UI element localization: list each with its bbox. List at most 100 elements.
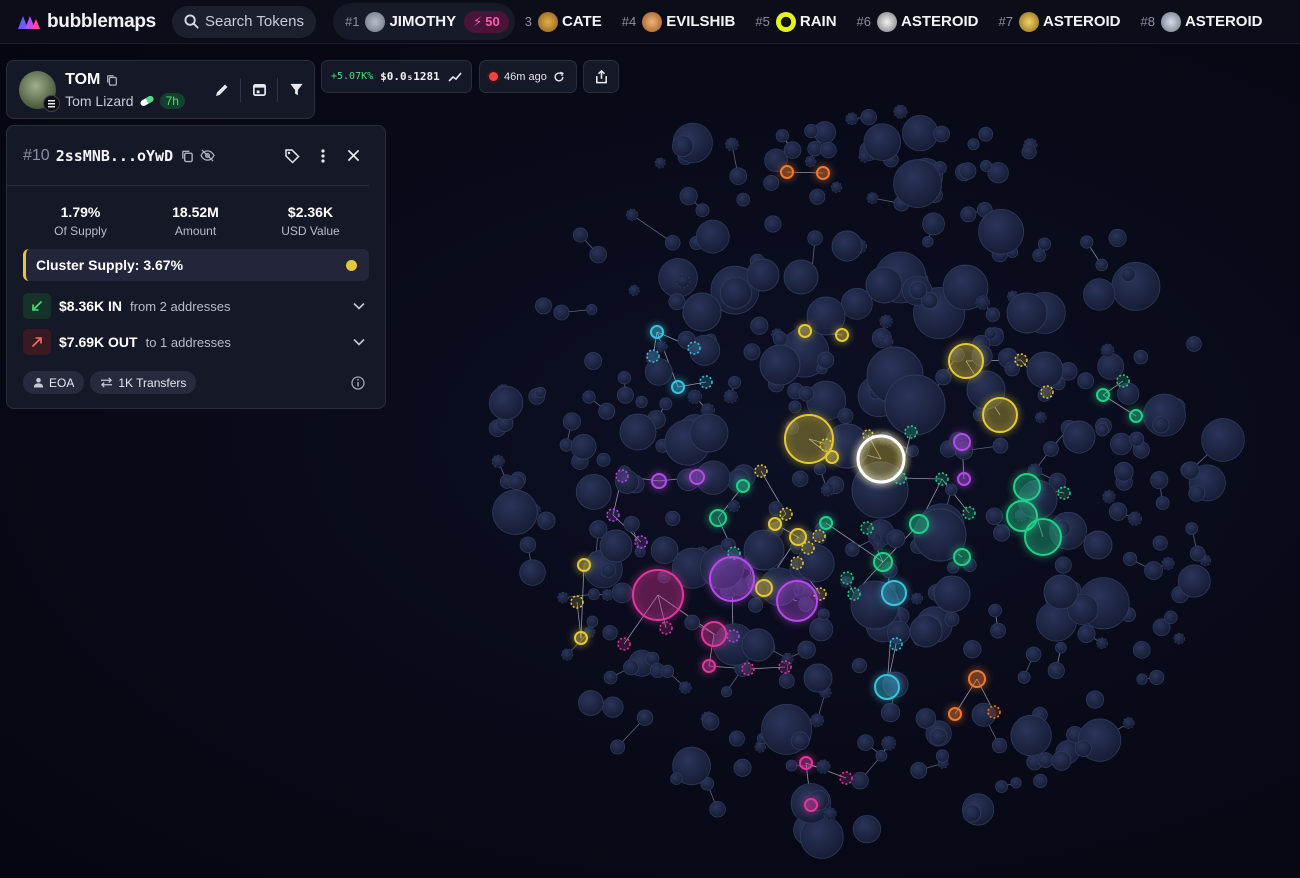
holder-bubble[interactable] <box>557 591 569 604</box>
holder-bubble[interactable] <box>519 559 546 586</box>
holder-bubble[interactable] <box>823 807 837 821</box>
cluster-bubble[interactable] <box>779 507 793 521</box>
holder-bubble[interactable] <box>985 507 1004 525</box>
cluster-bubble[interactable] <box>935 472 949 486</box>
holder-bubble[interactable] <box>759 344 801 386</box>
holder-bubble[interactable] <box>1083 530 1113 560</box>
holder-bubble[interactable] <box>1164 610 1178 624</box>
holder-bubble[interactable] <box>750 316 769 335</box>
chevron-down-icon[interactable] <box>353 338 365 346</box>
holder-bubble[interactable] <box>1133 349 1149 365</box>
holder-bubble[interactable] <box>764 215 782 233</box>
cluster-bubble[interactable] <box>790 556 804 570</box>
holder-bubble[interactable] <box>872 539 885 552</box>
holder-bubble[interactable] <box>990 622 1006 639</box>
cluster-bubble[interactable] <box>799 756 813 770</box>
cluster-bubble[interactable] <box>736 479 750 493</box>
holder-bubble[interactable] <box>962 804 981 823</box>
holder-bubble[interactable] <box>791 470 809 488</box>
holder-bubble[interactable] <box>635 395 648 409</box>
address-id[interactable]: 2ssMNB...oYwD <box>56 147 173 165</box>
trending-item[interactable]: #7 ASTEROID <box>989 3 1131 40</box>
holder-bubble[interactable] <box>813 463 826 476</box>
holder-bubble[interactable] <box>1155 496 1170 510</box>
holder-bubble[interactable] <box>1043 574 1079 610</box>
holder-bubble[interactable] <box>851 771 869 790</box>
holder-bubble[interactable] <box>1043 441 1059 457</box>
cluster-bubble[interactable] <box>778 660 792 674</box>
holder-bubble[interactable] <box>562 412 581 431</box>
holder-bubble[interactable] <box>596 452 611 467</box>
holder-bubble[interactable] <box>535 297 552 315</box>
holder-bubble[interactable] <box>967 138 980 151</box>
cluster-bubble[interactable] <box>1006 500 1038 532</box>
holder-bubble[interactable] <box>1010 714 1052 757</box>
holder-bubble[interactable] <box>1185 522 1199 535</box>
holder-bubble[interactable] <box>830 181 843 193</box>
cluster-bubble[interactable] <box>570 595 584 609</box>
holder-bubble[interactable] <box>572 227 588 243</box>
cluster-bubble[interactable] <box>709 556 755 602</box>
holder-bubble[interactable] <box>915 708 937 729</box>
holder-bubble[interactable] <box>727 499 741 513</box>
cluster-bubble[interactable] <box>617 637 631 651</box>
holder-bubble[interactable] <box>1051 750 1072 771</box>
cluster-bubble[interactable] <box>1057 486 1071 500</box>
holder-bubble[interactable] <box>736 192 750 207</box>
cluster-bubble[interactable] <box>651 473 667 489</box>
cluster-bubble[interactable] <box>889 637 903 651</box>
holder-bubble[interactable] <box>852 814 882 844</box>
holder-bubble[interactable] <box>959 162 977 180</box>
holder-bubble[interactable] <box>845 112 859 126</box>
filter-icon[interactable] <box>278 72 314 108</box>
holder-bubble[interactable] <box>741 628 775 662</box>
holder-bubble[interactable] <box>988 603 1002 618</box>
close-icon[interactable] <box>338 149 369 162</box>
holder-bubble[interactable] <box>1129 431 1145 447</box>
holder-bubble[interactable] <box>1181 461 1200 480</box>
cluster-bubble[interactable] <box>741 662 755 676</box>
price-chart-button[interactable]: +5.07K% $0.0₅1281 <box>321 60 472 93</box>
holder-bubble[interactable] <box>831 230 863 262</box>
holder-bubble[interactable] <box>1083 278 1116 311</box>
cluster-bubble[interactable] <box>987 705 1001 719</box>
holder-bubble[interactable] <box>807 140 823 157</box>
cluster-bubble[interactable] <box>726 629 740 643</box>
outflow-row[interactable]: $7.69K OUT to 1 addresses <box>23 329 369 355</box>
holder-bubble[interactable] <box>665 510 681 526</box>
cluster-bubble[interactable] <box>646 349 660 363</box>
trending-item[interactable]: #5 RAIN <box>745 3 846 40</box>
holder-bubble[interactable] <box>1132 641 1151 659</box>
holder-bubble[interactable] <box>1149 669 1165 685</box>
copy-icon[interactable] <box>106 74 118 86</box>
cluster-bubble[interactable] <box>780 165 794 179</box>
calendar-icon[interactable] <box>241 72 277 108</box>
cluster-bubble[interactable] <box>874 674 900 700</box>
holder-bubble[interactable] <box>985 307 1000 322</box>
holder-bubble[interactable] <box>491 454 505 468</box>
holder-bubble[interactable] <box>945 483 958 496</box>
hide-eye-icon[interactable] <box>200 149 215 162</box>
holder-bubble[interactable] <box>610 739 626 755</box>
holder-bubble[interactable] <box>845 542 860 557</box>
cluster-bubble[interactable] <box>615 469 629 483</box>
holder-bubble[interactable] <box>687 389 702 404</box>
holder-bubble[interactable] <box>851 658 867 674</box>
holder-bubble[interactable] <box>628 284 640 296</box>
holder-bubble[interactable] <box>963 640 982 659</box>
holder-bubble[interactable] <box>1095 423 1109 437</box>
holder-bubble[interactable] <box>785 759 798 772</box>
holder-bubble[interactable] <box>978 126 994 142</box>
holder-bubble[interactable] <box>1122 717 1135 729</box>
cluster-bubble[interactable] <box>577 558 591 572</box>
holder-bubble[interactable] <box>880 702 901 723</box>
cluster-bubble[interactable] <box>650 325 664 339</box>
share-button[interactable] <box>583 60 619 93</box>
holder-bubble[interactable] <box>980 160 993 172</box>
holder-bubble[interactable] <box>995 780 1008 793</box>
cluster-bubble[interactable] <box>699 375 713 389</box>
holder-bubble[interactable] <box>935 749 950 763</box>
holder-bubble[interactable] <box>650 536 679 564</box>
holder-bubble[interactable] <box>1085 690 1105 709</box>
holder-bubble[interactable] <box>820 141 837 159</box>
